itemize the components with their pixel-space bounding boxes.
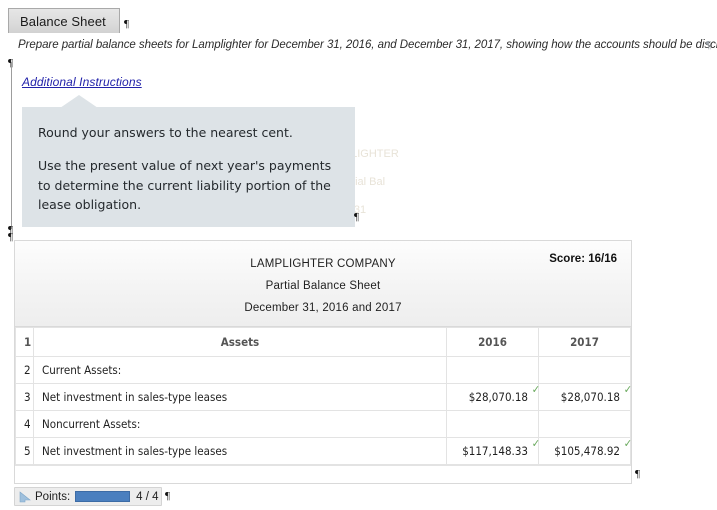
paragraph-mark-instruction: ¶ bbox=[706, 39, 711, 51]
cell-value-2016[interactable]: $117,148.33 ✓ bbox=[446, 437, 540, 465]
column-header-2017: 2017 bbox=[538, 327, 631, 357]
row-number: 4 bbox=[15, 410, 34, 438]
table-row-header: 1 Assets 2016 2017 bbox=[15, 327, 631, 357]
worksheet-panel: Score: 16/16 LAMPLIGHTER COMPANY Partial… bbox=[14, 240, 632, 484]
row-number: 3 bbox=[15, 383, 34, 411]
worksheet-period: December 31, 2016 and 2017 bbox=[244, 302, 402, 314]
correct-check-icon: ✓ bbox=[623, 437, 632, 450]
callout-paragraph-2: Use the present value of next year's pay… bbox=[38, 158, 332, 213]
cell-value-2016[interactable] bbox=[446, 410, 539, 438]
cell-label[interactable]: Net investment in sales-type leases bbox=[33, 383, 447, 411]
value-wrapper: $28,070.18 ✓ bbox=[468, 384, 540, 404]
row-number: 5 bbox=[15, 437, 34, 465]
left-margin-rule bbox=[11, 62, 12, 229]
worksheet-company-name: LAMPLIGHTER COMPANY bbox=[250, 258, 396, 270]
column-header-2016: 2016 bbox=[446, 327, 539, 357]
worksheet-footer bbox=[15, 465, 631, 483]
cell-text: $28,070.18 bbox=[560, 390, 620, 404]
cell-value-2017[interactable] bbox=[538, 356, 631, 384]
correct-check-icon: ✓ bbox=[531, 383, 540, 396]
balance-sheet-table: 1 Assets 2016 2017 2 Current Assets: 3 N… bbox=[15, 327, 632, 465]
table-row: 5 Net investment in sales-type leases $1… bbox=[15, 437, 632, 465]
additional-instructions-link[interactable]: Additional Instructions bbox=[22, 75, 142, 89]
table-row: 2 Current Assets: bbox=[15, 356, 631, 384]
tab-strip: Balance Sheet bbox=[8, 8, 128, 34]
callout-paragraph-1: Round your answers to the nearest cent. bbox=[38, 125, 293, 140]
column-header-assets: Assets bbox=[33, 327, 447, 357]
paragraph-mark-margin-bottom2: ¶ bbox=[8, 231, 13, 243]
paragraph-mark-tab: ¶ bbox=[124, 18, 129, 30]
cell-text: $105,478.92 bbox=[554, 444, 620, 458]
cell-text: $28,070.18 bbox=[468, 390, 528, 404]
row-number: 2 bbox=[15, 356, 34, 384]
cell-value-2017[interactable]: $105,478.92 ✓ bbox=[538, 437, 632, 465]
tab-label: Balance Sheet bbox=[20, 13, 106, 29]
worksheet-statement-name: Partial Balance Sheet bbox=[265, 280, 381, 292]
pointer-flag-icon bbox=[19, 490, 31, 502]
table-row: 4 Noncurrent Assets: bbox=[15, 410, 631, 438]
instruction-text: Prepare partial balance sheets for Lampl… bbox=[18, 39, 717, 51]
cell-label[interactable]: Noncurrent Assets: bbox=[33, 410, 447, 438]
row-number: 1 bbox=[15, 327, 34, 357]
paragraph-mark-callout: ¶ bbox=[354, 211, 359, 223]
additional-instructions-callout: Round your answers to the nearest cent. … bbox=[22, 107, 355, 227]
table-row: 3 Net investment in sales-type leases $2… bbox=[15, 383, 632, 411]
value-wrapper: $28,070.18 ✓ bbox=[560, 384, 632, 404]
points-progress-bar bbox=[75, 491, 131, 502]
tab-balance-sheet[interactable]: Balance Sheet bbox=[8, 8, 120, 33]
cell-value-2017[interactable] bbox=[538, 410, 631, 438]
value-wrapper: $117,148.33 ✓ bbox=[462, 438, 540, 458]
cell-text: $117,148.33 bbox=[462, 444, 528, 458]
points-value: 4 / 4 bbox=[136, 490, 159, 503]
points-label: Points: bbox=[35, 490, 71, 503]
correct-check-icon: ✓ bbox=[531, 437, 540, 450]
score-badge: Score: 16/16 bbox=[549, 253, 617, 265]
page-root: Balance Sheet ¶ Prepare partial balance … bbox=[0, 0, 717, 510]
cell-label[interactable]: Net investment in sales-type leases bbox=[33, 437, 447, 465]
cell-value-2017[interactable]: $28,070.18 ✓ bbox=[538, 383, 632, 411]
cell-value-2016[interactable] bbox=[446, 356, 539, 384]
paragraph-mark-worksheet: ¶ bbox=[635, 468, 640, 480]
cell-value-2016[interactable]: $28,070.18 ✓ bbox=[446, 383, 540, 411]
points-bar: Points: 4 / 4 bbox=[14, 487, 162, 506]
value-wrapper: $105,478.92 ✓ bbox=[554, 438, 632, 458]
cell-label[interactable]: Current Assets: bbox=[33, 356, 447, 384]
worksheet-header: Score: 16/16 LAMPLIGHTER COMPANY Partial… bbox=[15, 241, 631, 327]
correct-check-icon: ✓ bbox=[623, 383, 632, 396]
paragraph-mark-points: ¶ bbox=[165, 490, 170, 502]
